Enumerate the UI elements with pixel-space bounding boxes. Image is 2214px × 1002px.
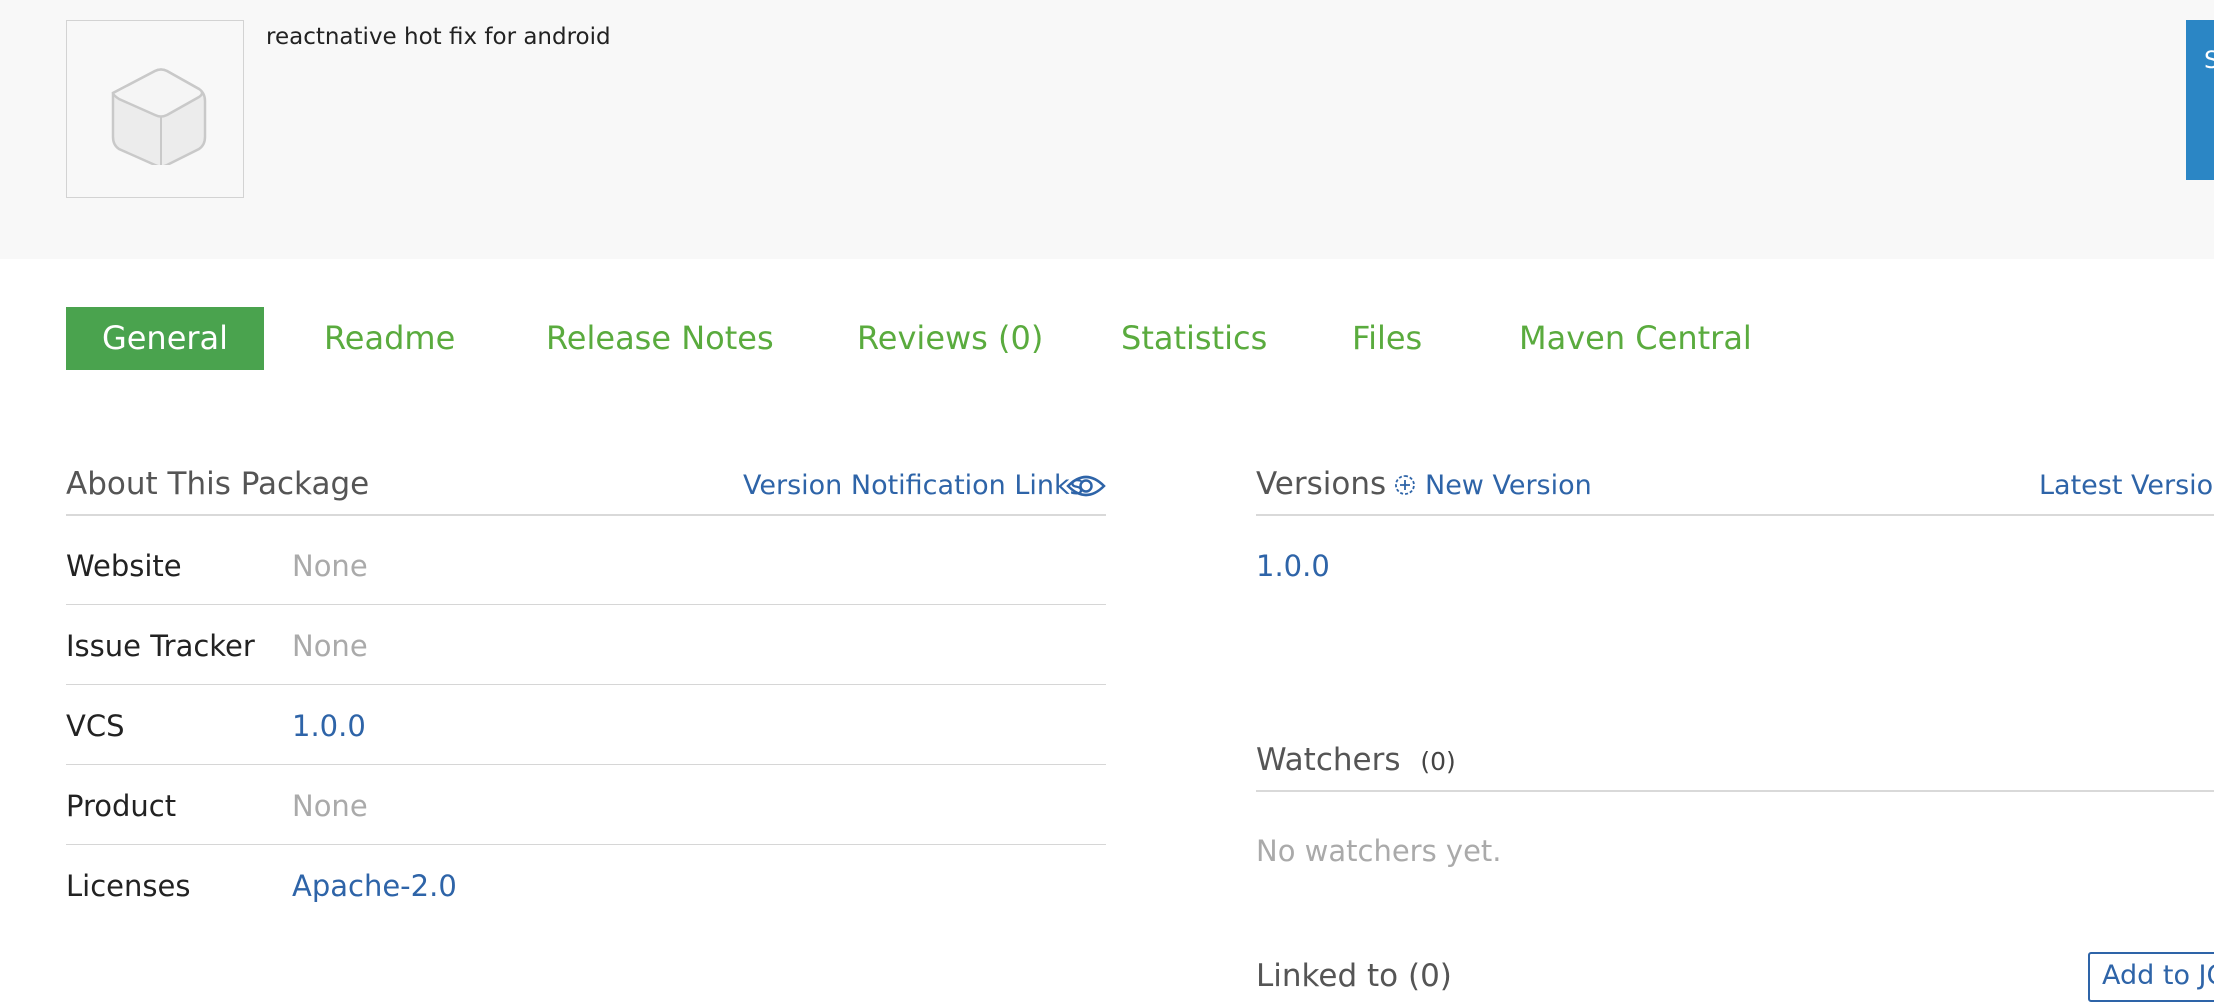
version-notification-link[interactable]: Version Notification Links: [743, 470, 1084, 501]
eye-icon[interactable]: [1066, 470, 1106, 502]
row-divider: [66, 684, 1106, 685]
versions-section-title: Versions: [1256, 466, 1387, 502]
watchers-empty-text: No watchers yet.: [1256, 834, 1502, 868]
about-row-value: None: [292, 629, 368, 663]
row-divider: [66, 604, 1106, 605]
about-row-label: Licenses: [66, 869, 191, 903]
package-description: reactnative hot fix for android: [266, 24, 611, 50]
vcs-link[interactable]: 1.0.0: [292, 709, 366, 743]
plus-circle-icon[interactable]: [1394, 474, 1416, 496]
tab-maven-central[interactable]: Maven Central: [1519, 307, 1752, 370]
about-row-label: VCS: [66, 709, 125, 743]
watchers-section-divider: [1256, 790, 2214, 792]
corner-action-button[interactable]: S: [2186, 20, 2214, 180]
tab-readme[interactable]: Readme: [324, 307, 455, 370]
about-section-divider: [66, 514, 1106, 516]
about-row-label: Website: [66, 549, 182, 583]
tab-statistics[interactable]: Statistics: [1121, 307, 1267, 370]
tab-release-notes[interactable]: Release Notes: [546, 307, 774, 370]
about-row-label: Issue Tracker: [66, 629, 255, 663]
tab-general[interactable]: General: [66, 307, 264, 370]
about-row-value: None: [292, 549, 368, 583]
add-to-jcenter-button[interactable]: Add to JC: [2088, 952, 2214, 1002]
latest-version-link[interactable]: Latest Version: [2039, 470, 2214, 501]
version-item-link[interactable]: 1.0.0: [1256, 549, 1330, 583]
about-section-title: About This Package: [66, 466, 370, 502]
watchers-title: Watchers: [1256, 742, 1401, 778]
about-row-value: None: [292, 789, 368, 823]
tab-reviews[interactable]: Reviews (0): [857, 307, 1043, 370]
package-avatar: [66, 20, 244, 198]
linked-count: (0): [1407, 958, 1452, 994]
row-divider: [66, 764, 1106, 765]
versions-section-divider: [1256, 514, 2214, 516]
new-version-link[interactable]: New Version: [1425, 470, 1592, 501]
package-placeholder-icon: [111, 68, 207, 165]
watchers-count: (0): [1420, 747, 1456, 776]
tab-files[interactable]: Files: [1352, 307, 1422, 370]
watchers-section-title: Watchers (0): [1256, 742, 1456, 778]
about-row-label: Product: [66, 789, 177, 823]
license-link[interactable]: Apache-2.0: [292, 869, 457, 903]
linked-section-title: Linked to (0): [1256, 958, 1452, 994]
linked-title: Linked to: [1256, 958, 1399, 994]
row-divider: [66, 844, 1106, 845]
